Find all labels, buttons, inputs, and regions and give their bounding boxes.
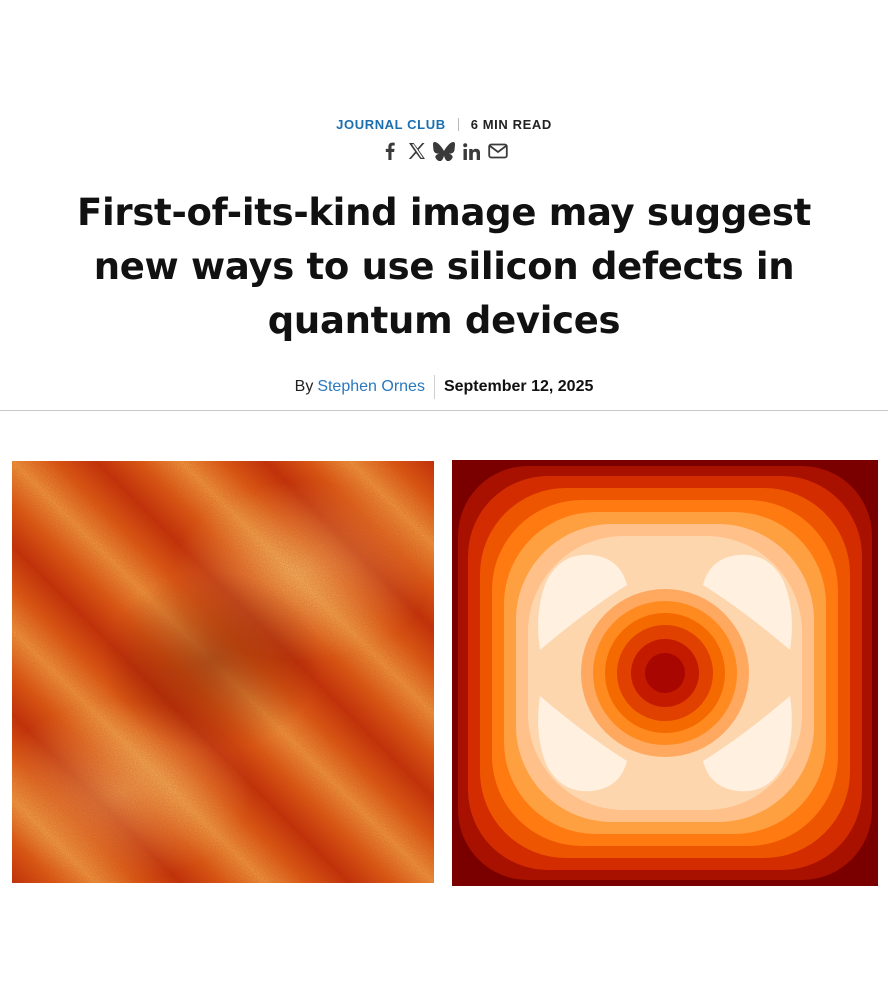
stm-image-left	[12, 461, 434, 883]
article-meta: JOURNAL CLUB 6 MIN READ	[0, 117, 888, 132]
category-link[interactable]: JOURNAL CLUB	[336, 117, 446, 132]
x-icon[interactable]	[406, 140, 428, 162]
simulated-image-right	[452, 460, 878, 886]
read-time: 6 MIN READ	[470, 117, 552, 132]
author-link[interactable]: Stephen Ornes	[317, 378, 425, 396]
meta-divider	[457, 118, 459, 131]
facebook-icon[interactable]	[379, 140, 401, 162]
publish-date: September 12, 2025	[443, 378, 594, 395]
share-bar	[0, 140, 888, 162]
header-divider	[0, 410, 888, 411]
byline-divider	[433, 375, 435, 399]
article-title: First-of-its-kind image may suggest new …	[77, 191, 811, 342]
linkedin-icon[interactable]	[460, 140, 482, 162]
email-icon[interactable]	[487, 140, 509, 162]
byline-prefix: By	[294, 378, 314, 395]
bluesky-icon[interactable]	[433, 140, 455, 162]
byline: By Stephen Ornes September 12, 2025	[0, 374, 888, 400]
